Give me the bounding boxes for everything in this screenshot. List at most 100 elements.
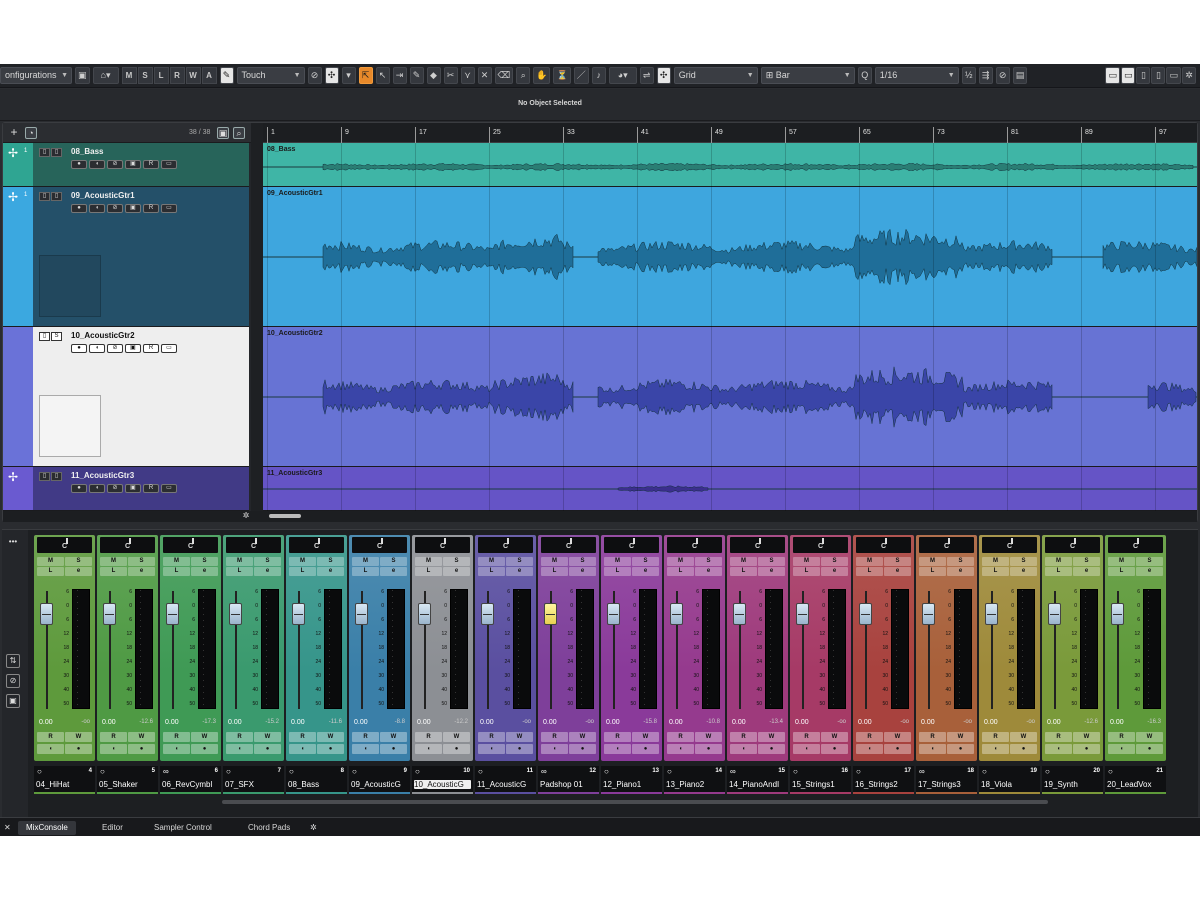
channel-name[interactable]: 06_RevCymbl: [162, 780, 219, 789]
solo-button[interactable]: S: [317, 557, 344, 566]
w-button[interactable]: ▭: [161, 484, 177, 493]
channel-name-bar[interactable]: ○ 20 19_Synth: [1042, 766, 1103, 794]
monitor-icon[interactable]: ◖: [226, 744, 253, 754]
volume-fader-handle[interactable]: [796, 603, 809, 625]
more-icon[interactable]: •••: [6, 536, 20, 550]
listen-button[interactable]: L: [1108, 567, 1135, 576]
layout-lower-icon[interactable]: ▯: [1136, 67, 1151, 84]
channel-name-bar[interactable]: ○ 10 10_AcousticG: [412, 766, 473, 794]
channel-name[interactable]: 17_Strings3: [918, 780, 975, 789]
read-icon[interactable]: ⊘: [107, 484, 123, 493]
line-tool-icon[interactable]: ／: [573, 67, 589, 84]
read-automation-button[interactable]: R: [541, 732, 568, 742]
solo-button[interactable]: S: [947, 557, 974, 566]
volume-fader-handle[interactable]: [166, 603, 179, 625]
object-select-tool-icon[interactable]: ⇱: [358, 67, 373, 84]
channel-name-bar[interactable]: ∞ 6 06_RevCymbl: [160, 766, 221, 794]
mute-button[interactable]: M: [163, 557, 190, 566]
record-enable-icon[interactable]: ●: [1010, 744, 1037, 754]
record-enable-icon[interactable]: ●: [947, 744, 974, 754]
edit-button[interactable]: e: [191, 567, 218, 576]
channel-name[interactable]: 18_Viola: [981, 780, 1038, 789]
monitor-icon[interactable]: ◖: [289, 744, 316, 754]
mute-button[interactable]: ▯: [39, 148, 50, 157]
grid-type-select[interactable]: ⊞ Bar ▼: [760, 67, 855, 84]
auto-w-button[interactable]: W: [185, 67, 201, 84]
read-automation-button[interactable]: R: [289, 732, 316, 742]
peak-value[interactable]: -16.3: [1147, 719, 1161, 725]
solo-button[interactable]: S: [51, 332, 62, 341]
edit-button[interactable]: e: [128, 567, 155, 576]
read-automation-button[interactable]: R: [100, 732, 127, 742]
edit-button[interactable]: e: [947, 567, 974, 576]
listen-button[interactable]: L: [604, 567, 631, 576]
hand-tool-icon[interactable]: ✋: [533, 67, 551, 84]
volume-value[interactable]: 0.00: [417, 719, 431, 726]
monitor-icon[interactable]: ◖: [1108, 744, 1135, 754]
quantize-apply-icon[interactable]: ⇶: [978, 67, 993, 84]
edit-button[interactable]: e: [758, 567, 785, 576]
read-automation-button[interactable]: R: [856, 732, 883, 742]
horizontal-scrollbar[interactable]: [269, 514, 301, 518]
listen-button[interactable]: L: [163, 567, 190, 576]
write-automation-button[interactable]: W: [632, 732, 659, 742]
write-automation-button[interactable]: W: [1136, 732, 1163, 742]
write-automation-button[interactable]: W: [254, 732, 281, 742]
auto-l-button[interactable]: L: [153, 67, 169, 84]
listen-button[interactable]: L: [541, 567, 568, 576]
volume-value[interactable]: 0.00: [228, 719, 242, 726]
mute-button[interactable]: M: [856, 557, 883, 566]
write-automation-button[interactable]: W: [443, 732, 470, 742]
record-enable-icon[interactable]: ●: [380, 744, 407, 754]
quantize-button[interactable]: Q: [857, 67, 872, 84]
record-enable-icon[interactable]: ●: [884, 744, 911, 754]
edit-button[interactable]: e: [254, 567, 281, 576]
monitor-icon[interactable]: ◖: [856, 744, 883, 754]
comp-tool-icon[interactable]: ⌫: [494, 67, 514, 84]
monitor-icon[interactable]: ◖: [89, 344, 105, 353]
record-enable-icon[interactable]: ●: [695, 744, 722, 754]
mute-button[interactable]: ▯: [39, 332, 50, 341]
tracklist-settings-gear-icon[interactable]: ✲: [241, 511, 251, 521]
layout-left-icon[interactable]: ▭: [1105, 67, 1120, 84]
layout-right-icon[interactable]: ▯: [1151, 67, 1166, 84]
add-track-icon[interactable]: +: [8, 126, 20, 139]
auto-m-button[interactable]: M: [121, 67, 137, 84]
solo-button[interactable]: S: [254, 557, 281, 566]
read-automation-button[interactable]: R: [37, 732, 64, 742]
monitor-icon[interactable]: ◖: [919, 744, 946, 754]
record-enable-icon[interactable]: ●: [1136, 744, 1163, 754]
record-enable-icon[interactable]: ●: [569, 744, 596, 754]
peak-value[interactable]: -oo: [81, 719, 90, 725]
monitor-icon[interactable]: ◖: [667, 744, 694, 754]
solo-button[interactable]: S: [443, 557, 470, 566]
channel-strip[interactable]: C M S Le 6 0 6 12 18 24 30 40 50 0.00 -oo R W ◖ ●: [979, 535, 1040, 761]
mute-tool-icon[interactable]: ✕: [477, 67, 492, 84]
event-09-acousticgtr1[interactable]: 09_AcousticGtr1: [263, 187, 1197, 327]
listen-button[interactable]: L: [730, 567, 757, 576]
peak-value[interactable]: -17.3: [202, 719, 216, 725]
read-automation-button[interactable]: R: [982, 732, 1009, 742]
mute-button[interactable]: ▯: [39, 472, 50, 481]
mute-button[interactable]: M: [226, 557, 253, 566]
channel-name[interactable]: 05_Shaker: [99, 780, 156, 789]
monitor-icon[interactable]: ◖: [478, 744, 505, 754]
peak-value[interactable]: -12.6: [1084, 719, 1098, 725]
listen-button[interactable]: L: [415, 567, 442, 576]
record-enable-icon[interactable]: ●: [1073, 744, 1100, 754]
volume-fader-handle[interactable]: [859, 603, 872, 625]
peak-value[interactable]: -11.6: [329, 719, 342, 725]
pan-control[interactable]: C: [478, 537, 533, 553]
record-enable-icon[interactable]: ●: [65, 744, 92, 754]
solo-button[interactable]: S: [821, 557, 848, 566]
solo-button[interactable]: S: [569, 557, 596, 566]
peak-value[interactable]: -10.8: [706, 719, 720, 725]
edit-button[interactable]: e: [506, 567, 533, 576]
monitor-icon[interactable]: ◖: [163, 744, 190, 754]
volume-fader-handle[interactable]: [40, 603, 53, 625]
edit-button[interactable]: e: [1010, 567, 1037, 576]
volume-value[interactable]: 0.00: [921, 719, 935, 726]
r-button[interactable]: R: [143, 344, 159, 353]
r-button[interactable]: R: [143, 160, 159, 169]
pan-control[interactable]: C: [730, 537, 785, 553]
